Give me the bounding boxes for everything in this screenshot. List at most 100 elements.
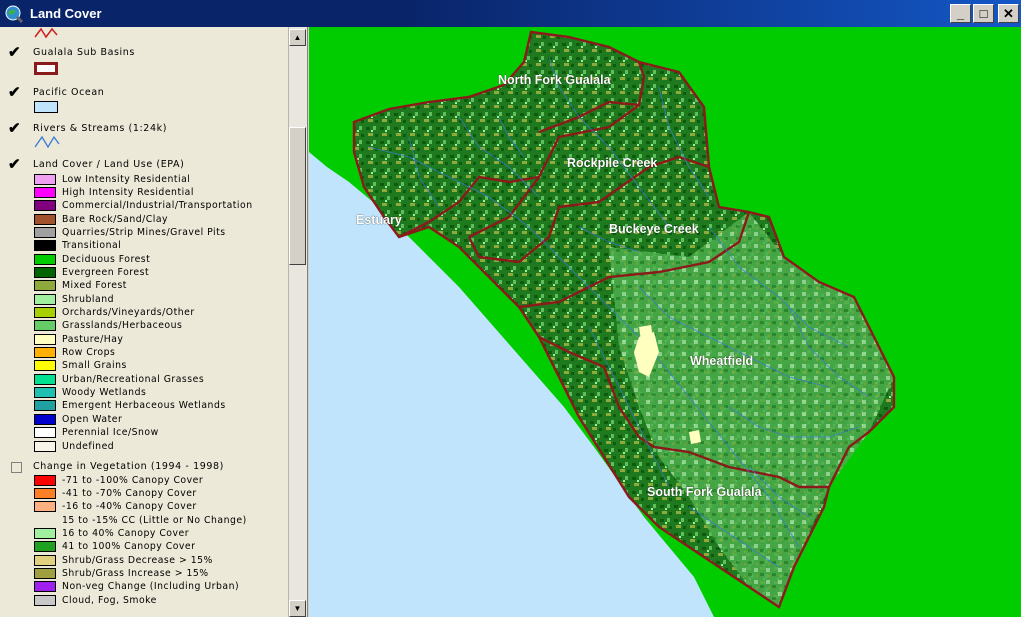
legend-swatch [34, 527, 56, 539]
layer-checkbox-unchecked[interactable] [11, 462, 22, 473]
maximize-icon: □ [979, 6, 988, 21]
legend-label: Non-veg Change (Including Urban) [62, 581, 240, 593]
legend-item: High Intensity Residential [34, 186, 194, 198]
layer-title: Gualala Sub Basins [33, 47, 135, 58]
legend-swatch [34, 347, 56, 359]
legend-item: Woody Wetlands [34, 387, 146, 399]
legend-swatch [34, 240, 56, 252]
legend-label: Open Water [62, 413, 123, 425]
map-canvas[interactable] [309, 27, 1021, 617]
legend-label: Shrubland [62, 293, 114, 305]
legend-swatch [34, 541, 56, 553]
legend-label: -41 to -70% Canopy Cover [62, 487, 197, 499]
scroll-down-button[interactable]: ▼ [289, 600, 306, 617]
legend-item: Shrub/Grass Decrease > 15% [34, 554, 213, 566]
legend-item: 15 to -15% CC (Little or No Change) [34, 514, 247, 526]
legend-item: Commercial/Industrial/Transportation [34, 200, 253, 212]
legend-item: Orchards/Vineyards/Other [34, 307, 195, 319]
legend-item: 16 to 40% Canopy Cover [34, 527, 189, 539]
legend-label: Evergreen Forest [62, 266, 150, 278]
legend-swatch [34, 413, 56, 425]
legend-item: Deciduous Forest [34, 253, 150, 265]
legend-label: Quarries/Strip Mines/Gravel Pits [62, 226, 226, 238]
legend-item: Row Crops [34, 347, 115, 359]
legend-item: Mixed Forest [34, 280, 127, 292]
legend-swatch [34, 173, 56, 185]
close-button[interactable]: ✕ [998, 4, 1019, 23]
legend-swatch [34, 554, 56, 566]
legend-label: Grasslands/Herbaceous [62, 320, 183, 332]
legend-item: Transitional [34, 240, 121, 252]
legend-swatch [34, 226, 56, 238]
legend-label: 15 to -15% CC (Little or No Change) [62, 514, 247, 526]
legend-item: Urban/Recreational Grasses [34, 373, 204, 385]
legend-label: Shrub/Grass Increase > 15% [62, 567, 209, 579]
legend-swatch [34, 186, 56, 198]
map-view[interactable]: North Fork Gualala Rockpile Creek Estuar… [309, 27, 1021, 617]
legend-swatch [34, 501, 56, 513]
legend-label: Orchards/Vineyards/Other [62, 307, 195, 318]
scroll-thumb[interactable] [289, 127, 306, 265]
legend-item: Shrub/Grass Increase > 15% [34, 567, 209, 579]
legend-label: Woody Wetlands [62, 387, 147, 399]
title-bar: Land Cover _ □ ✕ [0, 0, 1021, 27]
stream-symbol [34, 135, 60, 149]
legend-item: Emergent Herbaceous Wetlands [34, 400, 226, 412]
pasture-patch [689, 430, 701, 444]
legend-swatch [34, 307, 56, 318]
map-label-buckeye: Buckeye Creek [609, 222, 699, 236]
legend-item: Low Intensity Residential [34, 173, 190, 185]
maximize-button[interactable]: □ [973, 4, 994, 23]
legend-label: High Intensity Residential [62, 186, 194, 198]
map-label-estuary: Estuary [356, 213, 402, 227]
legend-item: Non-veg Change (Including Urban) [34, 581, 239, 593]
minimize-button[interactable]: _ [950, 4, 971, 23]
legend-item: Small Grains [34, 360, 127, 372]
legend-swatch [34, 427, 56, 439]
legend-item: Perennial Ice/Snow [34, 427, 159, 439]
map-label-south-fork: South Fork Gualala [647, 485, 762, 499]
legend-label: Emergent Herbaceous Wetlands [62, 400, 226, 412]
legend-swatch [34, 581, 56, 593]
layer-checkbox-checked[interactable]: ✔ [8, 121, 24, 137]
legend-swatch [34, 280, 56, 292]
scroll-up-button[interactable]: ▲ [289, 29, 306, 46]
layer-title: Pacific Ocean [33, 87, 105, 98]
close-icon: ✕ [1003, 5, 1014, 21]
legend-swatch [34, 360, 56, 372]
legend-item: -16 to -40% Canopy Cover [34, 501, 197, 513]
legend-list: ✔ Gualala Sub Basins ✔ Pacific Ocean ✔ R… [0, 27, 288, 617]
sub-basin-symbol [34, 62, 58, 75]
legend-item: Evergreen Forest [34, 266, 149, 278]
legend-item: Grasslands/Herbaceous [34, 320, 182, 332]
layer-checkbox-checked[interactable]: ✔ [8, 157, 24, 173]
legend-swatch [34, 567, 56, 579]
legend-item: -41 to -70% Canopy Cover [34, 487, 197, 499]
table-of-contents: ✔ Gualala Sub Basins ✔ Pacific Ocean ✔ R… [0, 27, 308, 617]
map-label-north-fork: North Fork Gualala [498, 73, 611, 87]
app-globe-icon [5, 5, 24, 23]
layer-checkbox-checked[interactable]: ✔ [8, 45, 24, 61]
map-label-wheatfield: Wheatfield [690, 354, 754, 368]
legend-label: Cloud, Fog, Smoke [62, 594, 157, 606]
legend-label: Deciduous Forest [62, 253, 151, 265]
legend-swatch [34, 333, 56, 345]
legend-swatch [34, 440, 56, 452]
arrow-down-icon: ▼ [293, 604, 302, 613]
legend-item: Bare Rock/Sand/Clay [34, 213, 168, 225]
legend-label: -16 to -40% Canopy Cover [62, 501, 197, 513]
legend-label: Commercial/Industrial/Transportation [62, 200, 253, 212]
legend-item: Undefined [34, 440, 114, 452]
legend-label: -71 to -100% Canopy Cover [62, 474, 204, 486]
legend-item: 41 to 100% Canopy Cover [34, 541, 195, 553]
legend-item: Open Water [34, 413, 122, 425]
legend-item: Cloud, Fog, Smoke [34, 594, 157, 606]
layer-checkbox-checked[interactable]: ✔ [8, 85, 24, 101]
legend-label: 41 to 100% Canopy Cover [62, 541, 196, 553]
toc-scrollbar[interactable]: ▲ ▼ [288, 27, 306, 617]
map-label-rockpile: Rockpile Creek [567, 156, 658, 170]
pasture-patch [639, 325, 653, 341]
legend-item: Shrubland [34, 293, 114, 305]
legend-label: Mixed Forest [62, 280, 127, 292]
legend-label: Shrub/Grass Decrease > 15% [62, 554, 213, 566]
